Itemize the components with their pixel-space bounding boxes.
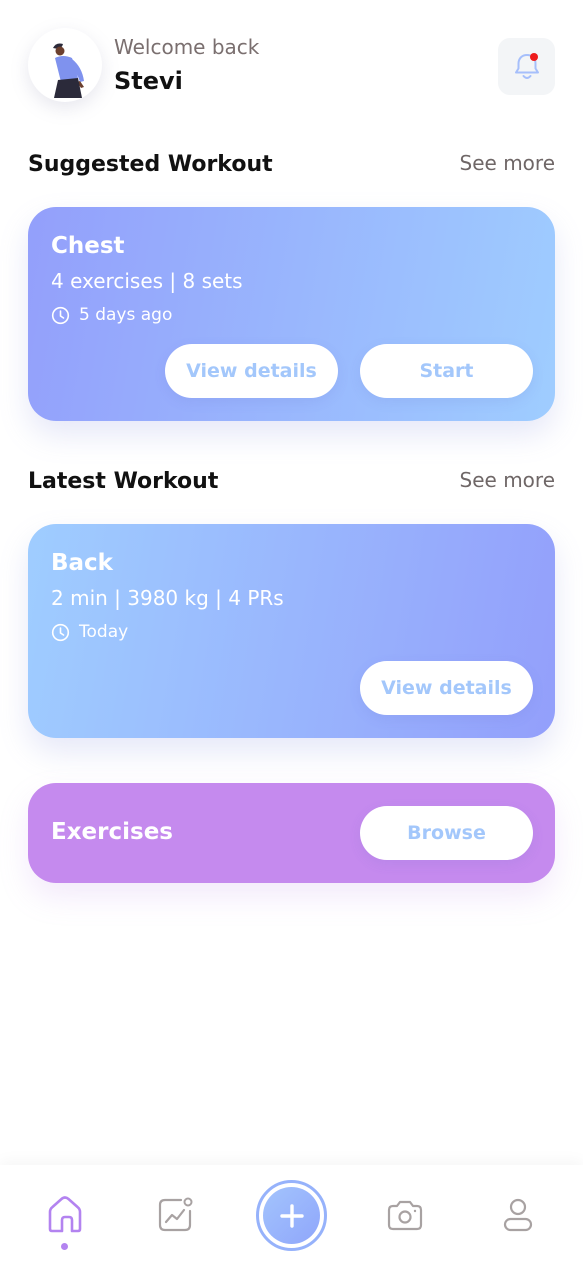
clock-icon <box>51 306 70 324</box>
workout-name: Chest <box>51 233 125 259</box>
workout-time-text: 5 days ago <box>79 305 173 325</box>
clock-icon <box>51 623 70 641</box>
nav-profile[interactable] <box>498 1195 538 1235</box>
notification-badge <box>530 53 538 61</box>
workout-time: 5 days ago <box>51 305 172 325</box>
home-icon <box>48 1196 82 1233</box>
view-details-button[interactable]: View details <box>360 661 533 715</box>
nav-home[interactable] <box>45 1195 85 1235</box>
notification-button[interactable] <box>498 38 555 95</box>
start-button[interactable]: Start <box>360 344 533 398</box>
suggested-workout-title: Suggested Workout <box>28 152 273 177</box>
username: Stevi <box>114 67 183 95</box>
plus-icon <box>279 1203 304 1228</box>
stats-chart-icon <box>158 1197 193 1232</box>
suggested-workout-card[interactable]: Chest 4 exercises | 8 sets 5 days ago Vi… <box>28 207 555 421</box>
latest-workout-title: Latest Workout <box>28 469 219 494</box>
bottom-nav <box>0 1165 583 1262</box>
profile-icon <box>503 1198 533 1232</box>
workout-summary: 4 exercises | 8 sets <box>51 269 243 293</box>
nav-camera[interactable] <box>385 1195 425 1235</box>
browse-button[interactable]: Browse <box>360 806 533 860</box>
suggested-see-more-link[interactable]: See more <box>460 151 555 175</box>
view-details-button[interactable]: View details <box>165 344 338 398</box>
exercises-title: Exercises <box>51 819 173 845</box>
header: Welcome back Stevi <box>28 28 555 104</box>
add-button-fill <box>263 1187 320 1244</box>
workout-time-text: Today <box>79 622 129 642</box>
workout-time: Today <box>51 622 128 642</box>
home-screen: Welcome back Stevi Suggested Workout See… <box>0 0 583 1262</box>
welcome-text: Welcome back <box>114 35 260 59</box>
workout-summary: 2 min | 3980 kg | 4 PRs <box>51 586 284 610</box>
nav-stats[interactable] <box>155 1195 195 1235</box>
exercises-card[interactable]: Exercises Browse <box>28 783 555 883</box>
person-running-icon <box>53 43 84 98</box>
active-indicator <box>61 1243 68 1250</box>
latest-workout-card[interactable]: Back 2 min | 3980 kg | 4 PRs Today View … <box>28 524 555 738</box>
avatar[interactable] <box>28 28 102 102</box>
workout-name: Back <box>51 550 113 576</box>
camera-icon <box>387 1200 423 1231</box>
add-workout-button[interactable] <box>256 1180 327 1251</box>
latest-see-more-link[interactable]: See more <box>460 468 555 492</box>
